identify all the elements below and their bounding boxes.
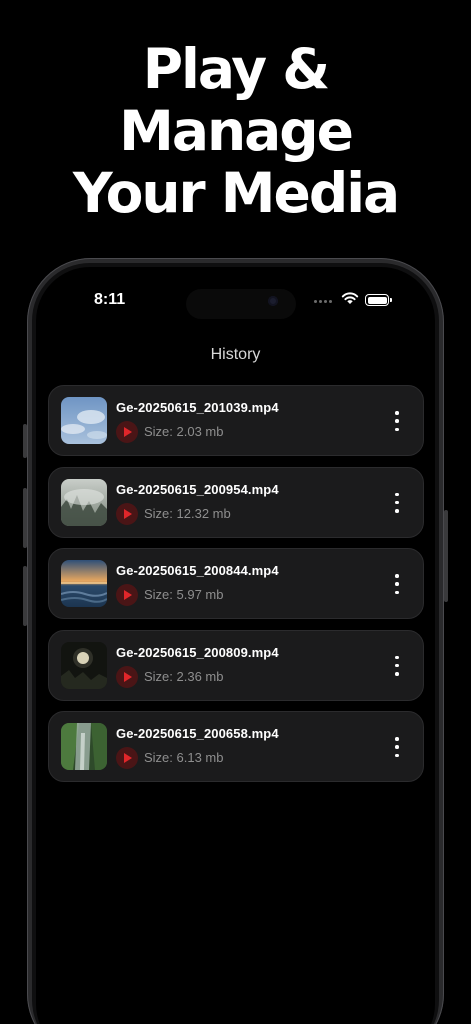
file-size: Size: 5.97 mb	[144, 587, 224, 602]
file-name: Ge-20250615_200658.mp4	[116, 726, 279, 741]
file-size: Size: 12.32 mb	[144, 505, 231, 521]
file-name: Ge-20250615_200844.mp4	[116, 563, 279, 578]
wifi-icon	[341, 292, 359, 304]
history-item[interactable]: Ge-20250615_200844.mp4 Size: 5.97 mb	[48, 548, 424, 619]
app-store-screenshot: Play & Manage Your Media 8:11 History Ge…	[0, 0, 471, 1024]
phone-frame: 8:11 History Ge-20250615_201039.mp4 Size…	[27, 258, 444, 1024]
history-list: Ge-20250615_201039.mp4 Size: 2.03 mb Ge-…	[48, 385, 424, 793]
more-vertical-icon[interactable]	[393, 737, 401, 757]
play-icon[interactable]	[116, 665, 138, 688]
camera-icon	[268, 296, 278, 306]
headline-line-1: Play &	[142, 37, 331, 101]
headline: Play & Manage Your Media	[0, 38, 471, 224]
more-vertical-icon[interactable]	[393, 411, 401, 431]
history-item[interactable]: Ge-20250615_201039.mp4 Size: 2.03 mb	[48, 385, 424, 456]
status-time: 8:11	[94, 291, 126, 308]
play-icon[interactable]	[116, 747, 138, 769]
fog-forest-thumbnail[interactable]	[61, 478, 107, 526]
play-icon[interactable]	[116, 421, 138, 443]
more-vertical-icon[interactable]	[393, 492, 401, 513]
sunset-sea-thumbnail[interactable]	[61, 560, 107, 607]
page-title: History	[210, 346, 261, 363]
play-icon[interactable]	[116, 502, 138, 525]
battery-icon	[365, 294, 392, 306]
file-size: Size: 6.13 mb	[144, 750, 224, 765]
phone-screen: 8:11 History Ge-20250615_201039.mp4 Size…	[36, 267, 435, 1024]
file-name: Ge-20250615_200809.mp4	[116, 644, 279, 660]
moon-night-thumbnail[interactable]	[61, 641, 107, 689]
history-item[interactable]: Ge-20250615_200809.mp4 Size: 2.36 mb	[48, 629, 424, 701]
file-name: Ge-20250615_200954.mp4	[116, 481, 279, 497]
headline-line-2: Manage	[119, 99, 354, 163]
sky-thumbnail[interactable]	[61, 397, 107, 444]
headline-line-3: Your Media	[72, 161, 400, 225]
more-vertical-icon[interactable]	[393, 655, 401, 676]
file-size: Size: 2.36 mb	[144, 668, 224, 684]
waterfall-thumbnail[interactable]	[61, 723, 107, 770]
play-icon[interactable]	[116, 584, 138, 606]
history-item[interactable]: Ge-20250615_200658.mp4 Size: 6.13 mb	[48, 711, 424, 782]
power-button	[444, 510, 448, 602]
file-name: Ge-20250615_201039.mp4	[116, 400, 279, 415]
more-vertical-icon[interactable]	[393, 574, 401, 594]
dynamic-island	[186, 289, 296, 319]
history-item[interactable]: Ge-20250615_200954.mp4 Size: 12.32 mb	[48, 466, 424, 538]
file-size: Size: 2.03 mb	[144, 424, 224, 439]
signal-dots-icon	[314, 300, 332, 303]
